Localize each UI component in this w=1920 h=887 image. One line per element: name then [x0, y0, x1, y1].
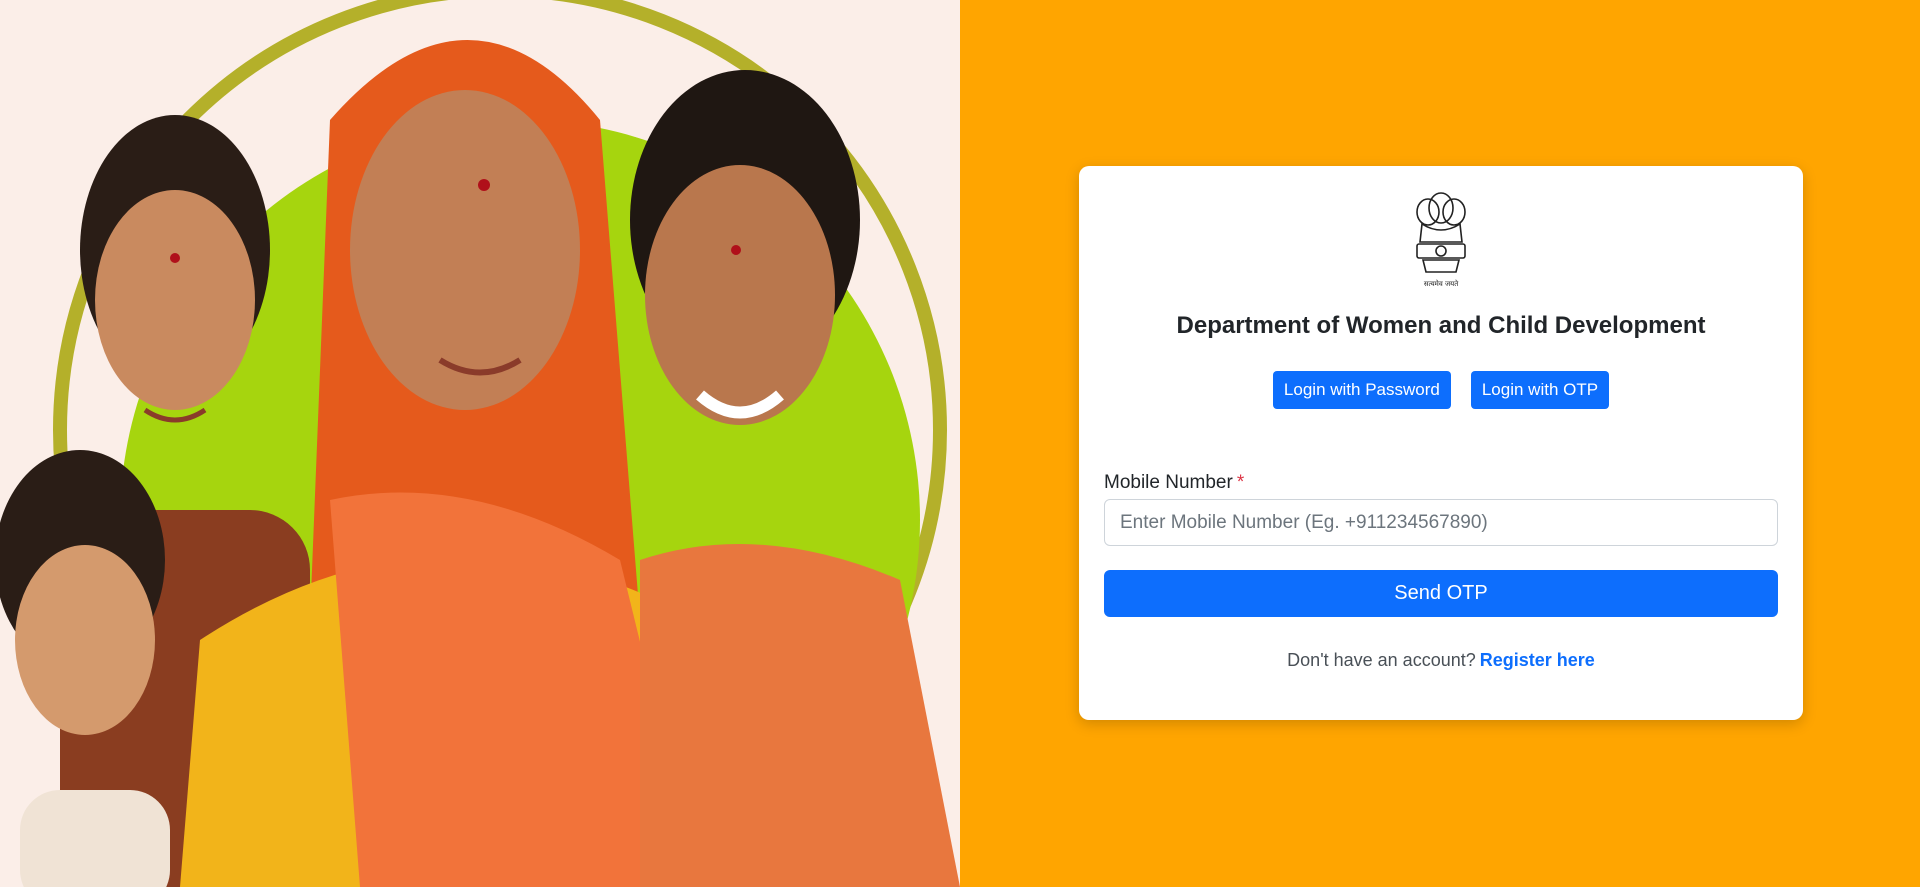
login-card: सत्यमेव जयते Department of Women and Chi… [1079, 166, 1803, 720]
required-mark: * [1236, 472, 1245, 493]
login-panel: सत्यमेव जयते Department of Women and Chi… [960, 0, 1920, 887]
login-page: सत्यमेव जयते Department of Women and Chi… [0, 0, 1920, 887]
register-prompt-text: Don't have an account? [1287, 650, 1476, 670]
mobile-number-label-text: Mobile Number [1104, 472, 1233, 493]
emblem-motto: सत्यमेव जयते [1424, 279, 1459, 288]
login-with-password-button[interactable]: Login with Password [1272, 371, 1451, 409]
send-otp-button[interactable]: Send OTP [1104, 570, 1778, 617]
register-link[interactable]: Register here [1480, 650, 1595, 670]
login-with-otp-button[interactable]: Login with OTP [1470, 371, 1610, 409]
register-prompt: Don't have an account? Register here [1079, 650, 1803, 671]
department-title: Department of Women and Child Developmen… [1176, 312, 1706, 339]
login-method-toggle: Login with Password Login with OTP [1079, 371, 1803, 409]
women-and-children-illustration [0, 0, 960, 887]
mobile-number-label: Mobile Number * [1104, 472, 1244, 494]
national-emblem-icon: सत्यमेव जयते [1416, 192, 1466, 288]
hero-image [0, 0, 960, 887]
mobile-number-input[interactable] [1104, 499, 1778, 546]
